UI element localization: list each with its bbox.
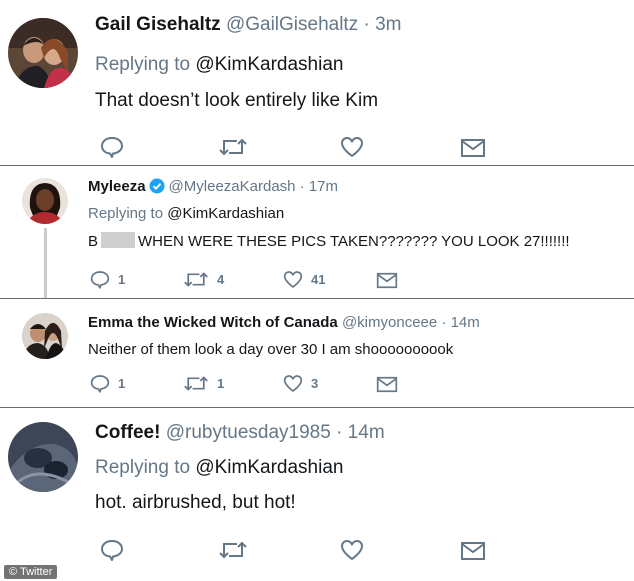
timestamp[interactable]: · 14m xyxy=(336,422,385,443)
mention-link[interactable]: @KimKardashian xyxy=(167,205,284,222)
retweet-button[interactable]: 1 xyxy=(183,374,224,393)
like-button[interactable]: 3 xyxy=(283,374,318,393)
avatar[interactable] xyxy=(8,422,78,492)
like-icon xyxy=(283,271,303,288)
tweet-gail: Gail Gisehaltz @GailGisehaltz · 3m Reply… xyxy=(0,0,634,165)
mention-link[interactable]: @KimKardashian xyxy=(195,457,343,478)
censor-block xyxy=(101,232,136,248)
tweet-text: B WHEN WERE THESE PICS TAKEN??????? YOU L… xyxy=(88,232,570,250)
user-handle[interactable]: @kimyonceee xyxy=(342,314,437,331)
retweet-icon xyxy=(219,541,247,559)
reply-icon xyxy=(90,375,110,393)
retweet-icon xyxy=(184,272,208,287)
like-icon xyxy=(341,137,363,157)
reply-count: 1 xyxy=(118,376,126,391)
tweet-text: hot. airbrushed, but hot! xyxy=(95,492,296,513)
message-icon xyxy=(461,542,485,560)
retweet-count: 1 xyxy=(217,376,225,391)
reply-button[interactable]: 1 xyxy=(90,270,125,289)
message-button[interactable] xyxy=(460,138,486,158)
tweet-header: Myleeza @MyleezaKardash · 17m xyxy=(88,178,338,195)
retweet-button[interactable] xyxy=(218,539,248,561)
like-count: 3 xyxy=(311,376,319,391)
mention-link[interactable]: @KimKardashian xyxy=(195,54,343,75)
retweet-button[interactable]: 4 xyxy=(183,270,224,289)
replying-to: Replying to @KimKardashian xyxy=(95,457,343,479)
avatar[interactable] xyxy=(8,18,78,88)
avatar[interactable] xyxy=(22,313,68,359)
tweet-coffee: Coffee! @rubytuesday1985 · 14m Replying … xyxy=(0,408,634,581)
like-button[interactable] xyxy=(340,136,364,158)
tweet-text: Neither of them look a day over 30 I am … xyxy=(88,341,454,358)
avatar-photo xyxy=(22,313,68,359)
tweet-header: Emma the Wicked Witch of Canada @kimyonc… xyxy=(88,314,480,331)
message-button[interactable] xyxy=(460,541,486,561)
user-handle[interactable]: @GailGisehaltz xyxy=(226,14,358,35)
reply-button[interactable] xyxy=(100,539,124,561)
retweet-icon xyxy=(184,376,208,391)
avatar[interactable] xyxy=(22,178,68,224)
message-icon xyxy=(461,139,485,157)
like-button[interactable] xyxy=(340,539,364,561)
reply-icon xyxy=(101,540,123,561)
replying-to: Replying to @KimKardashian xyxy=(88,205,284,222)
message-button[interactable] xyxy=(376,272,398,289)
reply-button[interactable]: 1 xyxy=(90,374,125,393)
message-button[interactable] xyxy=(376,376,398,393)
message-icon xyxy=(376,376,398,393)
replying-to: Replying to @KimKardashian xyxy=(95,54,343,76)
twitter-watermark: © Twitter xyxy=(4,565,58,579)
user-handle[interactable]: @MyleezaKardash xyxy=(169,178,296,195)
tweet-text: That doesn’t look entirely like Kim xyxy=(95,90,379,111)
thread-line xyxy=(44,228,47,298)
tweet-header: Coffee! @rubytuesday1985 · 14m xyxy=(95,422,385,444)
replying-to-label: Replying to xyxy=(88,205,164,222)
tweet-emma: Emma the Wicked Witch of Canada @kimyonc… xyxy=(0,299,634,407)
censored-word-start: B xyxy=(88,233,99,250)
retweet-count: 4 xyxy=(217,272,225,287)
display-name[interactable]: Coffee! xyxy=(95,422,160,443)
like-icon xyxy=(283,375,303,392)
timestamp[interactable]: · 14m xyxy=(441,314,479,331)
like-icon xyxy=(341,540,363,560)
reply-button[interactable] xyxy=(100,136,124,158)
message-icon xyxy=(376,272,398,289)
replying-to-label: Replying to xyxy=(95,54,191,75)
like-button[interactable]: 41 xyxy=(283,270,325,289)
display-name[interactable]: Emma the Wicked Witch of Canada xyxy=(88,314,338,331)
reply-icon xyxy=(90,271,110,289)
display-name[interactable]: Myleeza xyxy=(88,178,146,195)
timestamp[interactable]: · 17m xyxy=(300,178,338,195)
like-count: 41 xyxy=(311,272,326,287)
reply-count: 1 xyxy=(118,272,126,287)
verified-badge-icon xyxy=(149,178,165,194)
replying-to-label: Replying to xyxy=(95,457,191,478)
tweet-text-content: WHEN WERE THESE PICS TAKEN??????? YOU LO… xyxy=(138,233,570,250)
avatar-photo xyxy=(8,422,78,492)
retweet-icon xyxy=(219,138,247,156)
user-handle[interactable]: @rubytuesday1985 xyxy=(166,422,331,443)
timestamp[interactable]: · 3m xyxy=(364,14,402,35)
retweet-button[interactable] xyxy=(218,136,248,158)
avatar-photo xyxy=(22,178,68,224)
tweet-myleeza: Myleeza @MyleezaKardash · 17m Replying to… xyxy=(0,166,634,298)
tweet-header: Gail Gisehaltz @GailGisehaltz · 3m xyxy=(95,14,402,36)
reply-icon xyxy=(101,137,123,158)
display-name[interactable]: Gail Gisehaltz xyxy=(95,14,221,35)
avatar-photo xyxy=(8,18,78,88)
